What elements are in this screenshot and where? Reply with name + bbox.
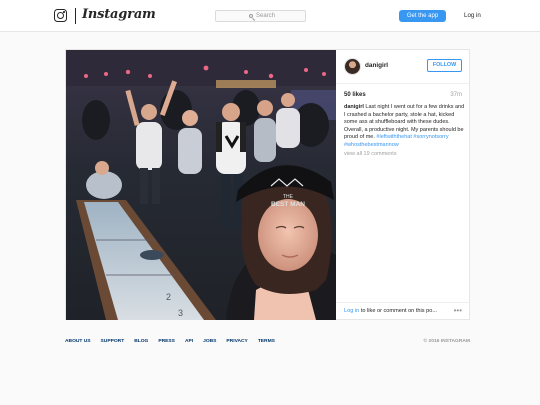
footer-link-api[interactable]: API	[185, 339, 193, 344]
search-icon	[249, 13, 253, 18]
search-input[interactable]: Search	[215, 10, 306, 22]
logo-divider	[75, 8, 76, 24]
post-login-link[interactable]: Log in	[344, 308, 359, 314]
footer-link-privacy[interactable]: PRIVACY	[226, 339, 247, 344]
footer-link-blog[interactable]: BLOG	[134, 339, 148, 344]
footer-link-jobs[interactable]: JOBS	[203, 339, 216, 344]
view-all-comments-link[interactable]: view all 19 comments	[344, 151, 397, 157]
instagram-logo[interactable]: Instagram	[82, 7, 156, 22]
post-photo-illustration: 2 3 THE BEST MAN	[66, 50, 336, 320]
login-link[interactable]: Log in	[464, 12, 481, 19]
footer-nav: ABOUT US SUPPORT BLOG PRESS API JOBS PRI…	[65, 339, 275, 344]
hat-text-line-1: THE	[283, 194, 294, 200]
footer-link-support[interactable]: SUPPORT	[101, 339, 125, 344]
post-footer: Log in to like or comment on this po... …	[336, 302, 470, 320]
search-placeholder: Search	[256, 13, 276, 19]
get-the-app-button[interactable]: Get the app	[399, 10, 446, 22]
footer-link-press[interactable]: PRESS	[158, 339, 175, 344]
post-photo[interactable]: 2 3 THE BEST MAN	[66, 50, 336, 320]
follow-button[interactable]: FOLLOW	[427, 59, 462, 72]
login-to-comment-text: to like or comment on this po...	[360, 307, 437, 314]
post-card: 2 3 THE BEST MAN danigirl FOLLOW 50 like…	[65, 49, 470, 320]
svg-text:2: 2	[166, 292, 171, 302]
login-to-comment: Log in to like or comment on this po...	[344, 308, 437, 314]
top-navigation-bar: Instagram Search Get the app Log in	[0, 0, 540, 32]
post-sidebar: danigirl FOLLOW 50 likes 37m danigirl La…	[336, 50, 470, 320]
post-username[interactable]: danigirl	[365, 62, 388, 69]
more-options-icon[interactable]: •••	[454, 306, 462, 315]
footer-link-about[interactable]: ABOUT US	[65, 339, 91, 344]
copyright-text: © 2016 INSTAGRAM	[423, 339, 470, 344]
likes-count[interactable]: 50 likes	[344, 92, 366, 98]
hat-text-line-2: BEST MAN	[271, 201, 305, 208]
footer-link-terms[interactable]: TERMS	[258, 339, 275, 344]
svg-text:3: 3	[178, 308, 183, 318]
post-caption: danigirl Last night I went out for a few…	[344, 104, 466, 150]
instagram-camera-icon[interactable]	[54, 9, 67, 22]
caption-username[interactable]: danigirl	[344, 104, 364, 110]
post-timestamp[interactable]: 37m	[450, 92, 462, 98]
avatar[interactable]	[344, 58, 361, 75]
post-header: danigirl FOLLOW	[336, 50, 470, 84]
